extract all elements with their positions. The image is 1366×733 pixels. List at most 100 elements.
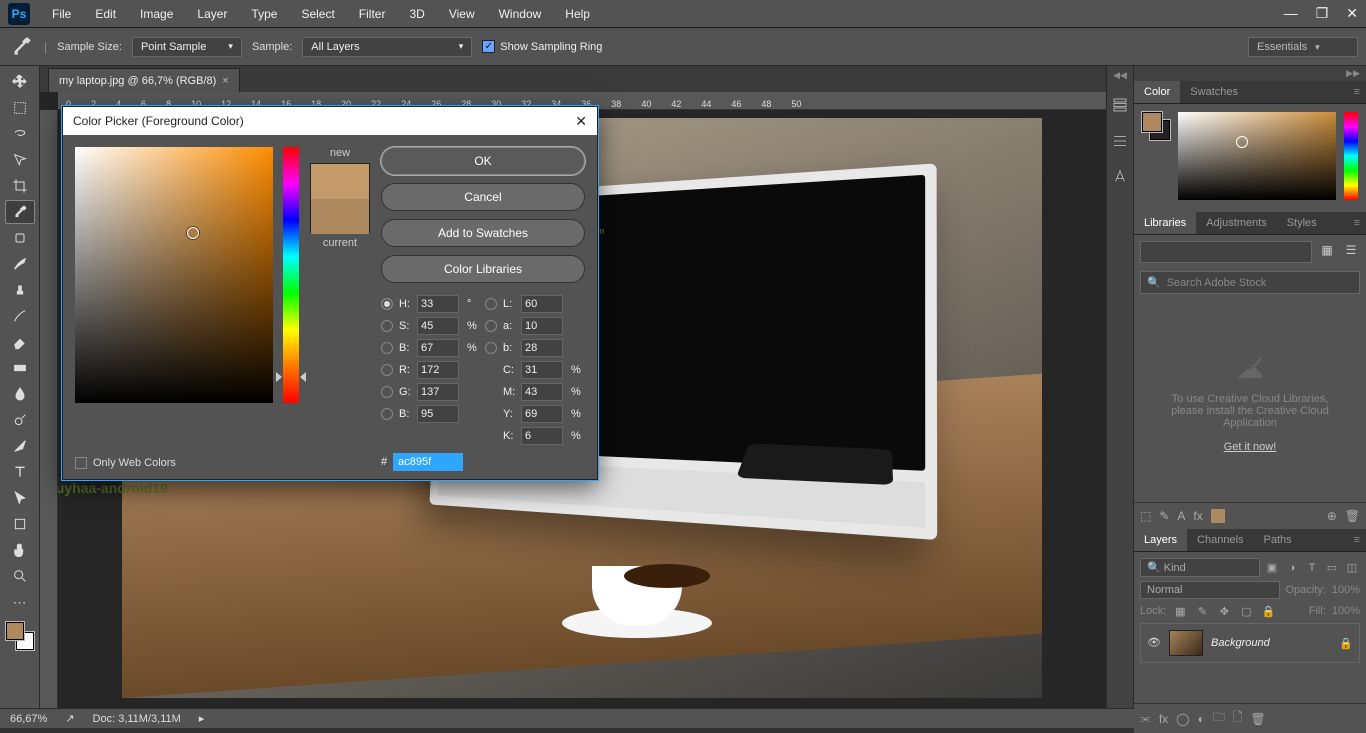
radio-s[interactable]	[381, 320, 393, 332]
menu-image[interactable]: Image	[130, 3, 183, 25]
close-tab-icon[interactable]: ×	[222, 75, 228, 87]
lasso-tool-icon[interactable]	[5, 122, 35, 146]
pen-tool-icon[interactable]	[5, 434, 35, 458]
add-to-swatches-button[interactable]: Add to Swatches	[381, 219, 585, 247]
share-icon[interactable]: ↗	[65, 712, 74, 725]
lib-icon[interactable]: ✎	[1159, 509, 1169, 523]
radio-a[interactable]	[485, 320, 497, 332]
dialog-titlebar[interactable]: Color Picker (Foreground Color) ✕	[63, 107, 597, 135]
lib-swatch[interactable]	[1211, 509, 1225, 523]
visibility-icon[interactable]: 👁	[1147, 636, 1161, 650]
tab-color[interactable]: Color	[1134, 81, 1180, 103]
menu-view[interactable]: View	[439, 3, 485, 25]
tab-layers[interactable]: Layers	[1134, 529, 1187, 551]
path-select-tool-icon[interactable]	[5, 486, 35, 510]
cancel-button[interactable]: Cancel	[381, 183, 585, 211]
radio-bl[interactable]	[381, 408, 393, 420]
lib-icon[interactable]: ⊕	[1327, 509, 1337, 523]
document-tab[interactable]: my laptop.jpg @ 66,7% (RGB/8) ×	[48, 68, 240, 92]
blur-tool-icon[interactable]	[5, 382, 35, 406]
input-a[interactable]	[521, 317, 563, 335]
input-s[interactable]	[417, 317, 459, 335]
dodge-tool-icon[interactable]	[5, 408, 35, 432]
character-panel-icon[interactable]	[1111, 168, 1129, 186]
lock-transparency-icon[interactable]: ▦	[1172, 603, 1188, 619]
only-web-colors-checkbox[interactable]: Only Web Colors	[75, 457, 176, 469]
tab-adjustments[interactable]: Adjustments	[1196, 212, 1277, 234]
filter-shape-icon[interactable]: ▭	[1324, 560, 1340, 576]
menu-help[interactable]: Help	[555, 3, 600, 25]
ok-button[interactable]: OK	[381, 147, 585, 175]
sample-dropdown[interactable]: All Layers	[302, 37, 472, 57]
radio-b[interactable]	[381, 342, 393, 354]
grid-view-icon[interactable]: ▦	[1318, 241, 1336, 259]
tab-paths[interactable]: Paths	[1254, 529, 1302, 551]
filter-smart-icon[interactable]: ◫	[1344, 560, 1360, 576]
layer-kind-dropdown[interactable]: 🔍 Kind	[1140, 558, 1260, 577]
color-field[interactable]	[1178, 112, 1336, 200]
adjustment-icon[interactable]: ◐	[1198, 712, 1205, 726]
layer-thumbnail[interactable]	[1169, 630, 1203, 656]
lock-all-icon[interactable]: 🔒	[1260, 603, 1276, 619]
menu-filter[interactable]: Filter	[349, 3, 396, 25]
filter-adjust-icon[interactable]: ◑	[1284, 560, 1300, 576]
radio-r[interactable]	[381, 364, 393, 376]
input-l[interactable]	[521, 295, 563, 313]
hue-slider[interactable]	[283, 147, 299, 403]
sample-size-dropdown[interactable]: Point Sample	[132, 37, 242, 57]
crop-tool-icon[interactable]	[5, 174, 35, 198]
layer-name[interactable]: Background	[1211, 637, 1270, 649]
quick-select-tool-icon[interactable]	[5, 148, 35, 172]
fx-icon[interactable]: fx	[1159, 712, 1168, 726]
input-y[interactable]	[521, 405, 563, 423]
color-swatches[interactable]	[6, 622, 34, 650]
radio-l[interactable]	[485, 298, 497, 310]
menu-window[interactable]: Window	[489, 3, 552, 25]
radio-g[interactable]	[381, 386, 393, 398]
stamp-tool-icon[interactable]	[5, 278, 35, 302]
zoom-level[interactable]: 66,67%	[10, 713, 47, 725]
gradient-tool-icon[interactable]	[5, 356, 35, 380]
menu-edit[interactable]: Edit	[85, 3, 126, 25]
input-h[interactable]	[417, 295, 459, 313]
lib-icon[interactable]: ⬚	[1140, 509, 1151, 523]
list-view-icon[interactable]: ☰	[1342, 241, 1360, 259]
edit-toolbar-icon[interactable]: ⋯	[5, 590, 35, 614]
history-panel-icon[interactable]	[1111, 96, 1129, 114]
layer-row[interactable]: 👁 Background 🔒	[1140, 623, 1360, 663]
close-icon[interactable]: ✕	[1346, 5, 1358, 22]
history-brush-tool-icon[interactable]	[5, 304, 35, 328]
group-icon[interactable]: 🗀	[1213, 708, 1225, 729]
input-k[interactable]	[521, 427, 563, 445]
input-r[interactable]	[417, 361, 459, 379]
stock-search-input[interactable]: 🔍Search Adobe Stock	[1140, 271, 1360, 294]
link-layers-icon[interactable]: ⫘	[1140, 711, 1151, 726]
filter-type-icon[interactable]: T	[1304, 560, 1320, 576]
zoom-tool-icon[interactable]	[5, 564, 35, 588]
minimize-icon[interactable]: —	[1284, 5, 1298, 22]
menu-file[interactable]: File	[42, 3, 81, 25]
menu-layer[interactable]: Layer	[187, 3, 237, 25]
menu-type[interactable]: Type	[241, 3, 287, 25]
color-libraries-button[interactable]: Color Libraries	[381, 255, 585, 283]
get-it-now-link[interactable]: Get it now!	[1224, 441, 1277, 453]
lib-icon[interactable]: A	[1177, 509, 1185, 523]
healing-tool-icon[interactable]	[5, 226, 35, 250]
saturation-value-field[interactable]	[75, 147, 273, 403]
delete-layer-icon[interactable]: 🗑	[1251, 712, 1266, 726]
input-c[interactable]	[521, 361, 563, 379]
lock-position-icon[interactable]: ✥	[1216, 603, 1232, 619]
panel-color-swatches[interactable]	[1142, 112, 1170, 140]
marquee-tool-icon[interactable]	[5, 96, 35, 120]
eyedropper-tool-icon[interactable]	[5, 200, 35, 224]
new-layer-icon[interactable]: 🗋	[1233, 708, 1243, 729]
tab-styles[interactable]: Styles	[1277, 212, 1327, 234]
lock-pixels-icon[interactable]: ✎	[1194, 603, 1210, 619]
filter-pixel-icon[interactable]: ▣	[1264, 560, 1280, 576]
input-m[interactable]	[521, 383, 563, 401]
properties-panel-icon[interactable]	[1111, 132, 1129, 150]
hand-tool-icon[interactable]	[5, 538, 35, 562]
trash-icon[interactable]: 🗑	[1345, 509, 1360, 523]
lock-artboard-icon[interactable]: ▢	[1238, 603, 1254, 619]
tab-channels[interactable]: Channels	[1187, 529, 1253, 551]
